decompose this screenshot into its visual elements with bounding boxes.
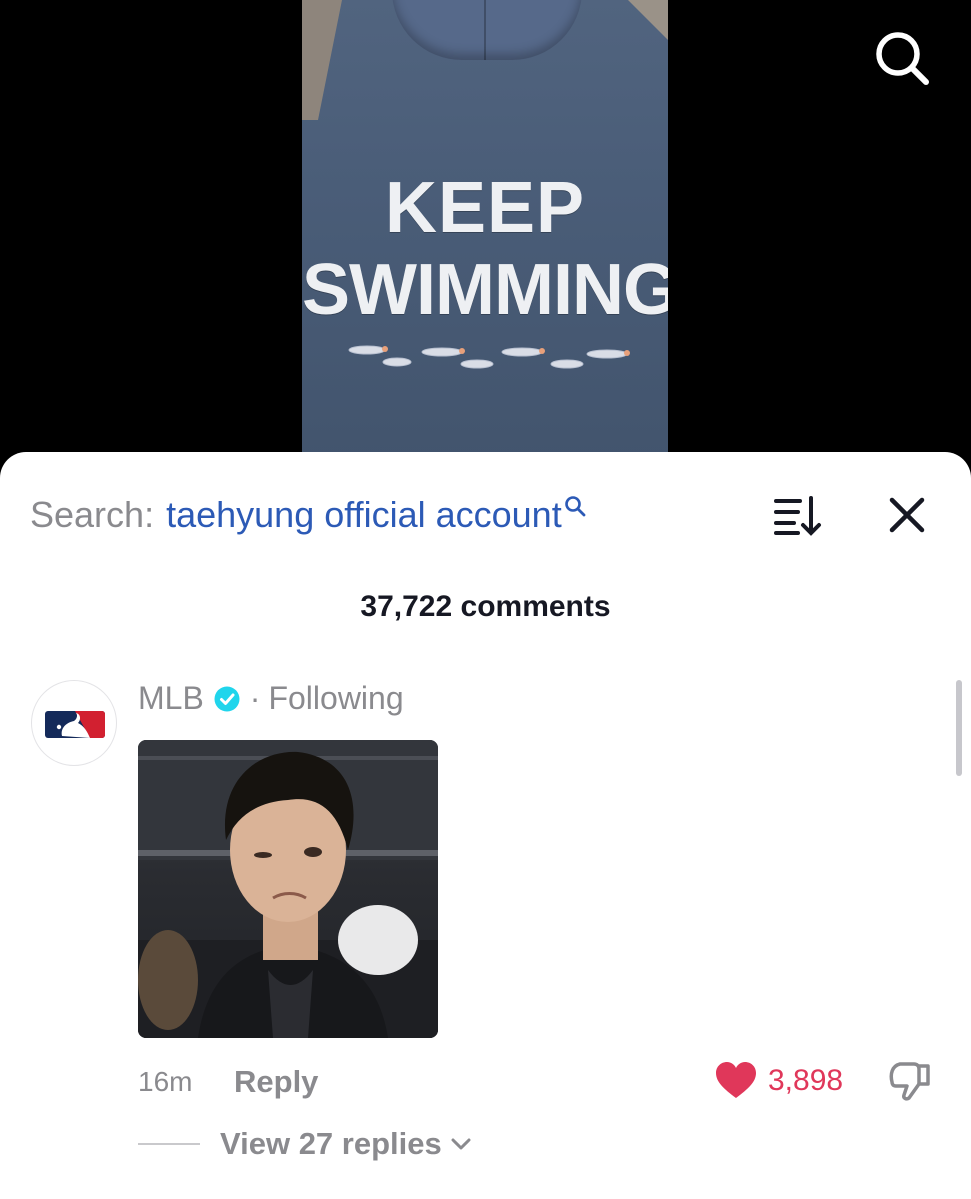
reply-button[interactable]: Reply <box>234 1064 318 1100</box>
shirt-print-line1: KEEP <box>384 168 586 248</box>
search-term-link[interactable]: taehyung official account <box>166 494 562 536</box>
search-prefix-label: Search: <box>30 494 155 535</box>
background-wall <box>302 0 342 120</box>
mlb-logo <box>45 711 105 738</box>
thumbs-down-icon[interactable] <box>886 1060 934 1102</box>
background-wall-right <box>628 0 668 40</box>
scrollbar[interactable] <box>956 680 962 776</box>
comment-meta-row: 16m Reply 3,898 <box>138 1062 938 1106</box>
comment-author-row: MLB · Following <box>138 680 404 717</box>
like-count: 3,898 <box>768 1064 844 1097</box>
search-icon[interactable] <box>872 28 932 88</box>
close-icon[interactable] <box>884 492 930 538</box>
jacket-hood <box>392 0 582 60</box>
separator-dot: · <box>249 680 261 716</box>
replies-divider <box>138 1143 200 1145</box>
heart-icon[interactable] <box>714 1060 758 1100</box>
comment-count: 37,722 comments <box>360 590 611 623</box>
comment-time: 16m <box>138 1066 193 1097</box>
comments-panel: Search: taehyung official account 37,722… <box>0 452 971 1199</box>
comment-author-name[interactable]: MLB <box>138 680 204 717</box>
chevron-down-icon <box>451 1138 471 1150</box>
person-photo <box>138 740 438 1038</box>
video-frame: KEEP SWIMMING <box>302 0 668 470</box>
sort-descending-icon[interactable] <box>772 492 822 538</box>
video-player[interactable]: KEEP SWIMMING <box>0 0 971 470</box>
view-replies-button[interactable]: View 27 replies <box>138 1126 472 1162</box>
search-icon <box>564 496 586 517</box>
avatar[interactable] <box>31 680 117 766</box>
view-replies-label: View 27 replies <box>220 1126 442 1161</box>
swimmers-graphic <box>348 345 630 369</box>
comment-image[interactable] <box>138 740 438 1038</box>
comment-search-suggestion[interactable]: Search: taehyung official account <box>30 494 586 536</box>
jacket-seam <box>484 0 486 60</box>
shirt-print-line2: SWIMMING <box>302 250 668 330</box>
follow-status: Following <box>268 680 404 716</box>
verified-badge-icon <box>214 686 240 711</box>
